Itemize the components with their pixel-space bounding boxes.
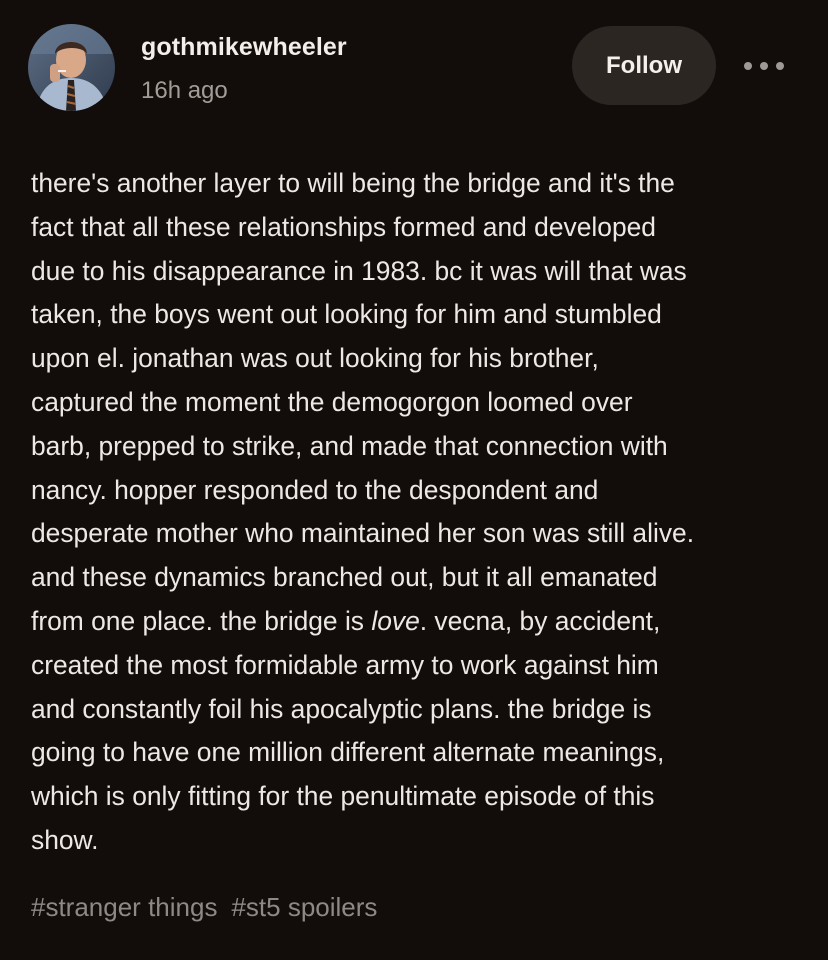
body-text-fragment: . vecna, by accident, xyxy=(419,605,661,636)
dot xyxy=(760,62,768,70)
tag-st5-spoilers[interactable]: #st5 spoilers xyxy=(231,892,377,923)
tag-stranger-things[interactable]: #stranger things xyxy=(31,892,217,923)
dot xyxy=(776,62,784,70)
body-line: created the most formidable army to work… xyxy=(31,649,659,680)
post-timestamp: 16h ago xyxy=(141,77,228,104)
avatar-image xyxy=(28,24,115,111)
body-line: and these dynamics branched out, but it … xyxy=(31,562,658,593)
post-card: gothmikewheeler 16h ago Follow there's a… xyxy=(0,0,828,960)
ellipsis-icon[interactable] xyxy=(740,50,788,82)
body-text-fragment: from one place. the bridge is xyxy=(31,605,372,636)
body-line: desperate mother who maintained her son … xyxy=(31,518,695,549)
post-body: there's another layer to will being the … xyxy=(31,162,811,863)
body-line: barb, prepped to strike, and made that c… xyxy=(31,430,668,461)
body-line: upon el. jonathan was out looking for hi… xyxy=(31,343,599,374)
body-line: due to his disappearance in 1983. bc it … xyxy=(31,255,687,286)
body-line: which is only fitting for the penultimat… xyxy=(31,781,655,812)
tag-list: #stranger things #st5 spoilers xyxy=(31,892,377,923)
avatar[interactable] xyxy=(28,24,115,111)
body-line: captured the moment the demogorgon loome… xyxy=(31,386,633,417)
body-line: nancy. hopper responded to the desponden… xyxy=(31,474,599,505)
body-line: and constantly foil his apocalyptic plan… xyxy=(31,693,652,724)
body-line: taken, the boys went out looking for him… xyxy=(31,299,662,330)
username[interactable]: gothmikewheeler xyxy=(141,33,347,62)
body-line: show. xyxy=(31,824,99,855)
dot xyxy=(744,62,752,70)
body-line: fact that all these relationships formed… xyxy=(31,211,656,242)
body-line: there's another layer to will being the … xyxy=(31,168,675,198)
body-line-love: from one place. the bridge is love. vecn… xyxy=(31,600,811,644)
follow-button[interactable]: Follow xyxy=(572,26,716,105)
emphasis-love: love xyxy=(371,605,420,636)
body-line: going to have one million different alte… xyxy=(31,737,665,768)
